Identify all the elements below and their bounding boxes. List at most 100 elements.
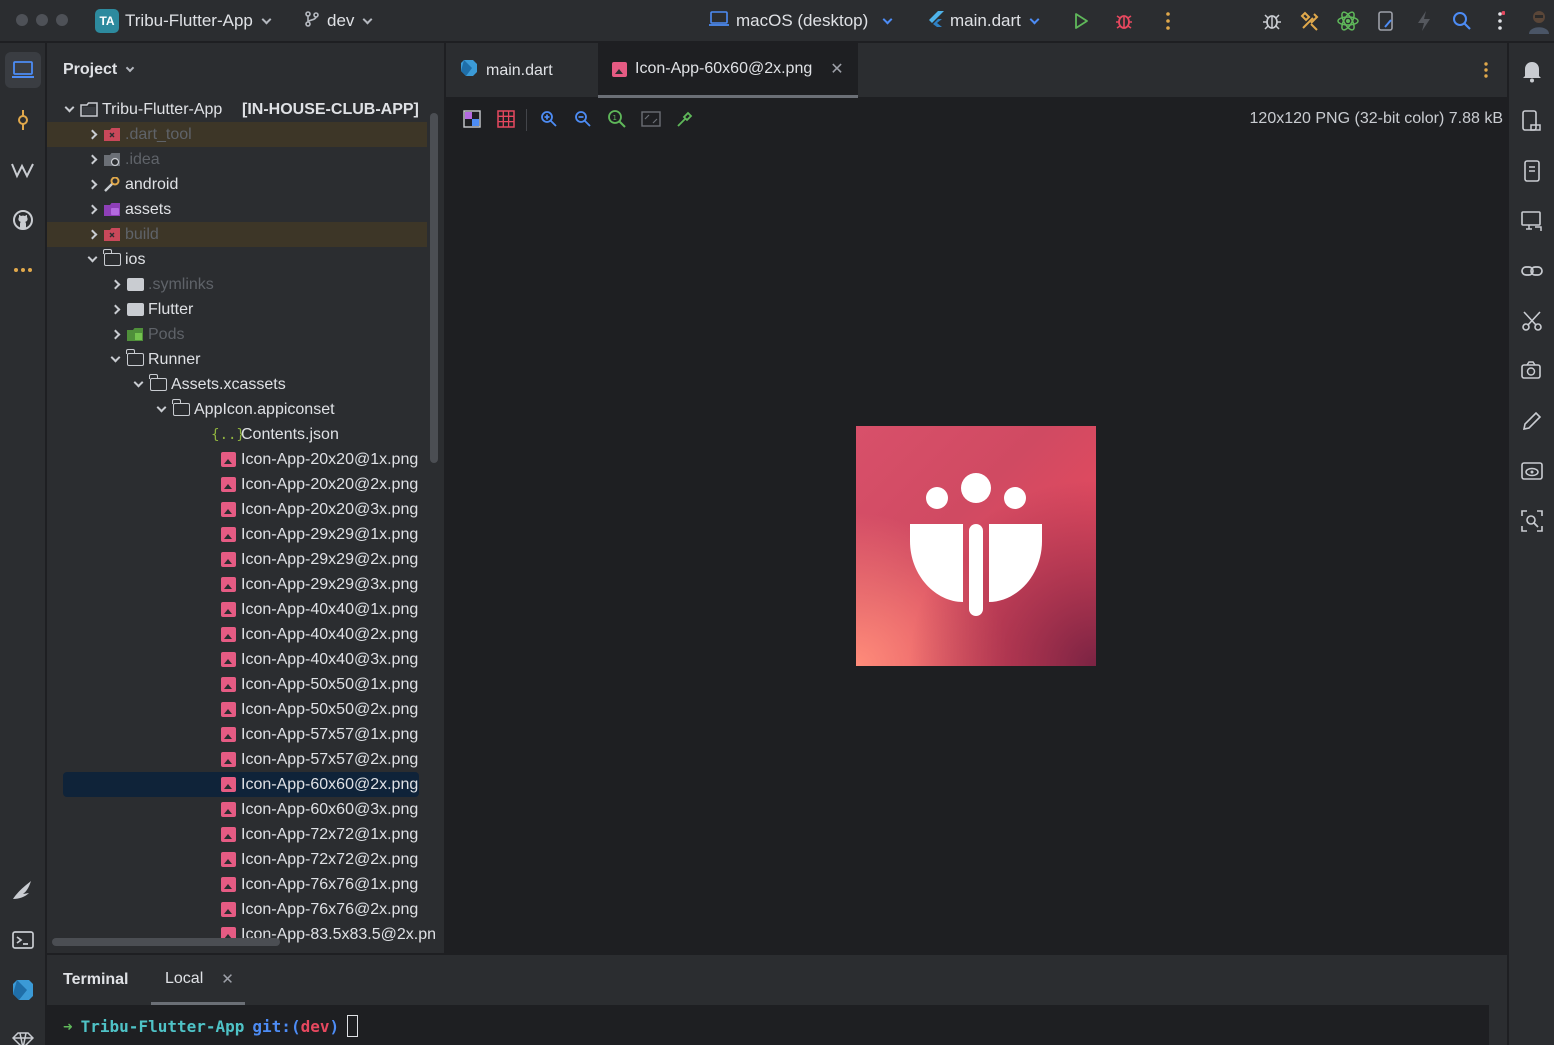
tree-item-ios[interactable]: ios bbox=[47, 247, 427, 272]
tree-item-build[interactable]: build bbox=[47, 222, 427, 247]
tree-item-icon-app-60x60-3x-png[interactable]: Icon-App-60x60@3x.png bbox=[47, 797, 427, 822]
tree-item-idea[interactable]: .idea bbox=[47, 147, 427, 172]
dart-tool-icon[interactable] bbox=[5, 972, 41, 1008]
tree-item-icon-app-57x57-1x-png[interactable]: Icon-App-57x57@1x.png bbox=[47, 722, 427, 747]
running-devices-icon[interactable] bbox=[1518, 157, 1546, 185]
project-tool-icon[interactable] bbox=[5, 52, 41, 88]
tree-item-contents-json[interactable]: {..} Contents.json bbox=[47, 422, 427, 447]
commit-tool-icon[interactable] bbox=[5, 102, 41, 138]
tree-item-icon-app-50x50-2x-png[interactable]: Icon-App-50x50@2x.png bbox=[47, 697, 427, 722]
tree-item-runner[interactable]: Runner bbox=[47, 347, 427, 372]
device-manager-icon[interactable] bbox=[1518, 107, 1546, 135]
flutter-inspector-icon[interactable] bbox=[5, 872, 41, 908]
hot-reload-icon[interactable] bbox=[1411, 8, 1437, 34]
atom-icon[interactable] bbox=[1335, 8, 1361, 34]
run-config-selector[interactable]: main.dart bbox=[928, 0, 1040, 42]
chevron-right-icon[interactable] bbox=[84, 202, 100, 218]
chevron-right-icon[interactable] bbox=[84, 127, 100, 143]
chessboard-icon[interactable] bbox=[462, 109, 482, 129]
window-close-button[interactable] bbox=[16, 14, 28, 26]
chevron-right-icon[interactable] bbox=[107, 302, 123, 318]
branch-selector[interactable]: dev bbox=[303, 0, 373, 42]
image-canvas[interactable] bbox=[446, 140, 1507, 953]
link-icon[interactable] bbox=[1518, 257, 1546, 285]
terminal-tab-local[interactable]: Local ✕ bbox=[151, 955, 245, 1005]
avatar[interactable] bbox=[1526, 8, 1552, 34]
device-file-icon[interactable] bbox=[1373, 8, 1399, 34]
tree-item-icon-app-29x29-2x-png[interactable]: Icon-App-29x29@2x.png bbox=[47, 547, 427, 572]
tree-item-icon-app-20x20-3x-png[interactable]: Icon-App-20x20@3x.png bbox=[47, 497, 427, 522]
edit-icon[interactable] bbox=[1518, 407, 1546, 435]
structure-tool-icon[interactable] bbox=[5, 152, 41, 188]
preview-icon[interactable] bbox=[1518, 457, 1546, 485]
tab-main-dart[interactable]: main.dart bbox=[446, 43, 567, 98]
chevron-right-icon[interactable] bbox=[84, 152, 100, 168]
close-icon[interactable]: ✕ bbox=[221, 970, 234, 988]
tree-item-symlinks[interactable]: .symlinks bbox=[47, 272, 427, 297]
zoom-in-icon[interactable] bbox=[539, 109, 559, 129]
chevron-down-icon[interactable] bbox=[84, 252, 100, 268]
camera-icon[interactable] bbox=[1518, 357, 1546, 385]
grid-icon[interactable] bbox=[496, 109, 516, 129]
layout-inspector-icon[interactable] bbox=[1518, 507, 1546, 535]
tree-item-icon-app-40x40-1x-png[interactable]: Icon-App-40x40@1x.png bbox=[47, 597, 427, 622]
tab-options-icon[interactable] bbox=[1483, 61, 1489, 84]
tree-item-android[interactable]: android bbox=[47, 172, 427, 197]
terminal-tool-icon[interactable] bbox=[5, 922, 41, 958]
tab-icon-app-60x60[interactable]: Icon-App-60x60@2x.png ✕ bbox=[598, 43, 858, 98]
notifications-icon[interactable] bbox=[1518, 57, 1546, 85]
device-mirroring-icon[interactable] bbox=[1518, 207, 1546, 235]
fit-zoom-icon[interactable] bbox=[641, 109, 661, 129]
project-view-selector[interactable]: Project bbox=[63, 61, 135, 79]
tree-item-icon-app-40x40-3x-png[interactable]: Icon-App-40x40@3x.png bbox=[47, 647, 427, 672]
chevron-down-icon[interactable] bbox=[61, 102, 77, 118]
window-zoom-button[interactable] bbox=[56, 14, 68, 26]
chevron-down-icon[interactable] bbox=[130, 377, 146, 393]
tree-item-icon-app-20x20-1x-png[interactable]: Icon-App-20x20@1x.png bbox=[47, 447, 427, 472]
terminal-output[interactable]: ➜ Tribu-Flutter-App git:(dev) bbox=[47, 1005, 1489, 1045]
debug-icon[interactable] bbox=[1111, 8, 1137, 34]
tree-item-icon-app-76x76-2x-png[interactable]: Icon-App-76x76@2x.png bbox=[47, 897, 427, 922]
chevron-right-icon[interactable] bbox=[107, 277, 123, 293]
problems-tool-icon[interactable] bbox=[5, 1022, 41, 1045]
chevron-down-icon[interactable] bbox=[153, 402, 169, 418]
zoom-out-icon[interactable] bbox=[573, 109, 593, 129]
tree-item-icon-app-57x57-2x-png[interactable]: Icon-App-57x57@2x.png bbox=[47, 747, 427, 772]
github-icon[interactable] bbox=[5, 202, 41, 238]
tree-item-assets[interactable]: assets bbox=[47, 197, 427, 222]
window-minimize-button[interactable] bbox=[36, 14, 48, 26]
close-icon[interactable]: ✕ bbox=[830, 59, 843, 79]
tree-item-icon-app-29x29-3x-png[interactable]: Icon-App-29x29@3x.png bbox=[47, 572, 427, 597]
tree-item-tribu-flutter-app[interactable]: Tribu-Flutter-App [IN-HOUSE-CLUB-APP] bbox=[47, 97, 427, 122]
attach-debugger-icon[interactable] bbox=[1259, 8, 1285, 34]
chevron-down-icon[interactable] bbox=[107, 352, 123, 368]
search-icon[interactable] bbox=[1449, 8, 1475, 34]
settings-more-icon[interactable] bbox=[1488, 8, 1514, 34]
vertical-scrollbar[interactable] bbox=[430, 113, 438, 463]
tree-item-assets-xcassets[interactable]: Assets.xcassets bbox=[47, 372, 427, 397]
tools-icon[interactable] bbox=[1297, 8, 1323, 34]
device-selector[interactable]: macOS (desktop) bbox=[708, 0, 893, 42]
horizontal-scrollbar[interactable] bbox=[52, 938, 280, 946]
tree-item-icon-app-72x72-2x-png[interactable]: Icon-App-72x72@2x.png bbox=[47, 847, 427, 872]
tree-item-icon-app-76x76-1x-png[interactable]: Icon-App-76x76@1x.png bbox=[47, 872, 427, 897]
more-tools-icon[interactable] bbox=[5, 252, 41, 288]
chevron-right-icon[interactable] bbox=[84, 227, 100, 243]
tree-item-icon-app-40x40-2x-png[interactable]: Icon-App-40x40@2x.png bbox=[47, 622, 427, 647]
actual-size-icon[interactable]: 1 bbox=[607, 109, 627, 129]
tree-item-icon-app-60x60-2x-png[interactable]: Icon-App-60x60@2x.png bbox=[63, 772, 419, 797]
chevron-right-icon[interactable] bbox=[84, 177, 100, 193]
chevron-right-icon[interactable] bbox=[107, 327, 123, 343]
tree-item-icon-app-20x20-2x-png[interactable]: Icon-App-20x20@2x.png bbox=[47, 472, 427, 497]
tree-item-icon-app-72x72-1x-png[interactable]: Icon-App-72x72@1x.png bbox=[47, 822, 427, 847]
color-picker-icon[interactable] bbox=[675, 109, 695, 129]
project-selector[interactable]: TA Tribu-Flutter-App bbox=[95, 0, 272, 42]
tree-item-icon-app-29x29-1x-png[interactable]: Icon-App-29x29@1x.png bbox=[47, 522, 427, 547]
tree-item-flutter[interactable]: Flutter bbox=[47, 297, 427, 322]
scissors-icon[interactable] bbox=[1518, 307, 1546, 335]
more-actions-icon[interactable] bbox=[1155, 8, 1181, 34]
tree-item-dart-tool[interactable]: .dart_tool bbox=[47, 122, 427, 147]
tree-item-appicon-appiconset[interactable]: AppIcon.appiconset bbox=[47, 397, 427, 422]
tree-item-pods[interactable]: Pods bbox=[47, 322, 427, 347]
run-icon[interactable] bbox=[1068, 8, 1094, 34]
